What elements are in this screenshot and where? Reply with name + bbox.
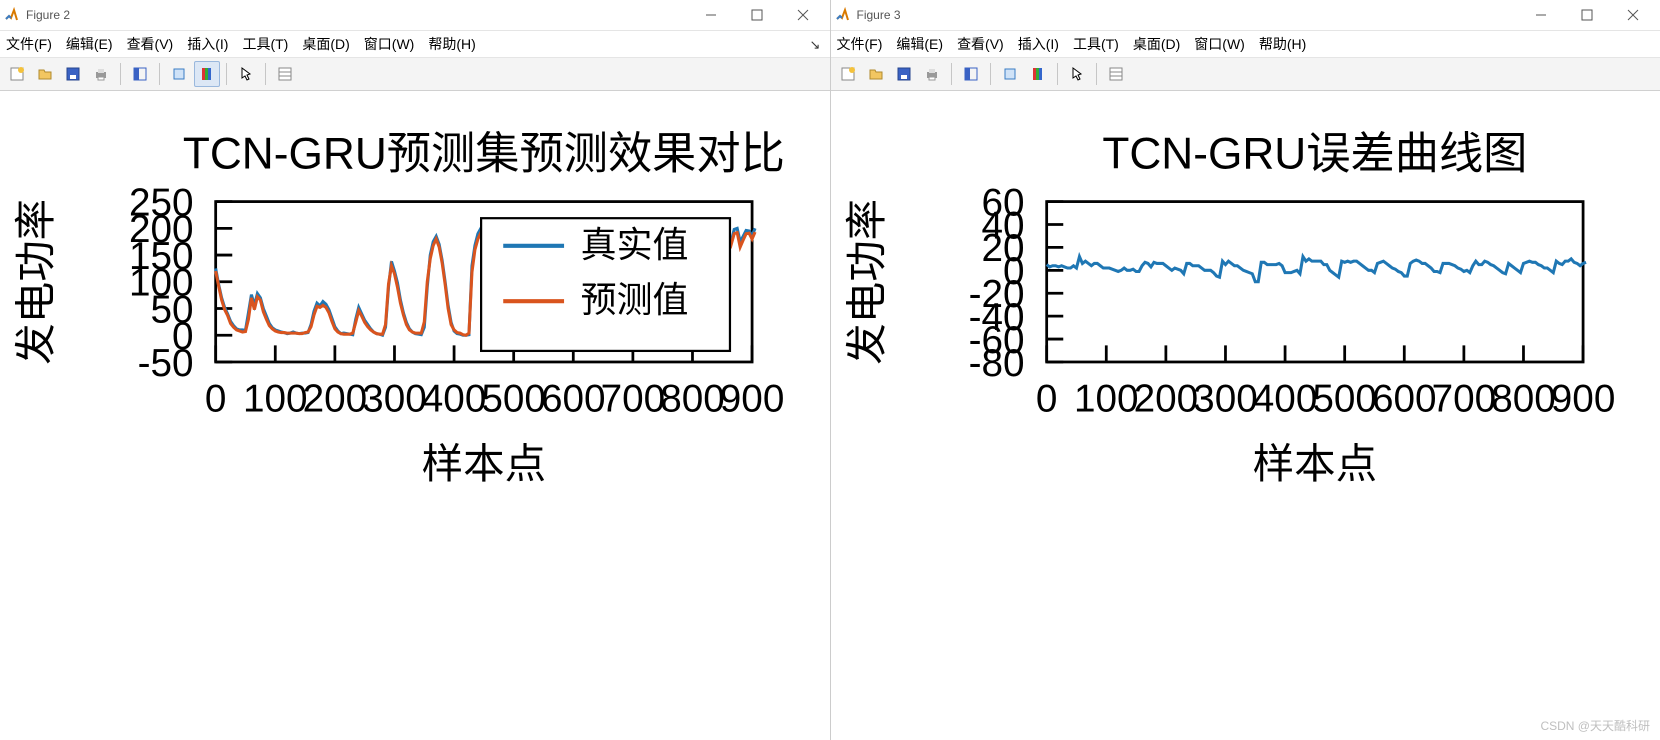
menu-insert[interactable]: 插入(I) [1018,34,1059,54]
svg-text:样本点: 样本点 [422,440,546,487]
svg-text:600: 600 [541,378,606,421]
svg-text:300: 300 [1193,378,1258,421]
dock-icon[interactable] [127,61,153,87]
properties-icon[interactable] [272,61,298,87]
close-button[interactable] [1610,0,1656,30]
menu-help[interactable]: 帮助(H) [1259,34,1306,54]
toolbar [0,58,830,91]
datatip-icon[interactable] [997,61,1023,87]
desktop: Figure 2 文件(F) 编辑(E) 查看(V) 插入(I) 工具(T) 桌… [0,0,1660,740]
menu-tools[interactable]: 工具(T) [1073,34,1119,54]
menu-window[interactable]: 窗口(W) [364,34,415,54]
window-title: Figure 3 [857,8,1519,22]
menu-window[interactable]: 窗口(W) [1194,34,1245,54]
new-figure-icon[interactable] [835,61,861,87]
plot-area[interactable]: 0100200300400500600700800900-80-60-40-20… [831,91,1660,740]
properties-icon[interactable] [1103,61,1129,87]
pointer-icon[interactable] [233,61,259,87]
svg-text:400: 400 [422,378,487,421]
svg-text:60: 60 [981,181,1024,224]
menu-view[interactable]: 查看(V) [127,34,174,54]
colorbar-icon[interactable] [194,61,220,87]
close-button[interactable] [780,0,826,30]
svg-text:900: 900 [720,378,785,421]
svg-text:0: 0 [205,378,227,421]
chart-prediction: 0100200300400500600700800900-50050100150… [0,91,830,506]
svg-text:发电功率: 发电功率 [842,199,889,365]
svg-text:200: 200 [303,378,368,421]
datatip-icon[interactable] [166,61,192,87]
pointer-icon[interactable] [1064,61,1090,87]
menu-view[interactable]: 查看(V) [957,34,1004,54]
menu-overflow-icon[interactable]: ↘ [810,37,824,51]
svg-text:800: 800 [660,378,725,421]
figure-window-3: Figure 3 文件(F) 编辑(E) 查看(V) 插入(I) 工具(T) 桌… [831,0,1660,740]
menu-desktop[interactable]: 桌面(D) [1133,34,1180,54]
svg-text:预测值: 预测值 [581,279,689,320]
toolbar [831,58,1660,91]
svg-text:600: 600 [1371,378,1436,421]
menu-edit[interactable]: 编辑(E) [896,34,943,54]
svg-text:800: 800 [1491,378,1556,421]
titlebar[interactable]: Figure 2 [0,0,830,31]
menu-help[interactable]: 帮助(H) [428,34,475,54]
window-title: Figure 2 [26,8,688,22]
menubar: 文件(F) 编辑(E) 查看(V) 插入(I) 工具(T) 桌面(D) 窗口(W… [831,31,1660,58]
svg-text:500: 500 [481,378,546,421]
maximize-button[interactable] [734,0,780,30]
svg-text:0: 0 [1035,378,1057,421]
svg-text:100: 100 [243,378,308,421]
menu-file[interactable]: 文件(F) [6,34,52,54]
svg-text:TCN-GRU预测集预测效果对比: TCN-GRU预测集预测效果对比 [183,129,785,178]
open-icon[interactable] [32,61,58,87]
menu-tools[interactable]: 工具(T) [242,34,288,54]
chart-error: 0100200300400500600700800900-80-60-40-20… [831,91,1660,506]
titlebar[interactable]: Figure 3 [831,0,1660,31]
watermark: CSDN @天天酷科研 [1540,717,1650,734]
maximize-button[interactable] [1564,0,1610,30]
svg-text:200: 200 [1133,378,1198,421]
svg-text:400: 400 [1252,378,1317,421]
matlab-icon [4,7,20,23]
svg-text:700: 700 [1431,378,1496,421]
save-icon[interactable] [60,61,86,87]
svg-text:250: 250 [129,181,194,224]
open-icon[interactable] [863,61,889,87]
menubar: 文件(F) 编辑(E) 查看(V) 插入(I) 工具(T) 桌面(D) 窗口(W… [0,31,830,58]
svg-text:500: 500 [1312,378,1377,421]
menu-desktop[interactable]: 桌面(D) [302,34,349,54]
svg-text:300: 300 [362,378,427,421]
menu-file[interactable]: 文件(F) [837,34,883,54]
svg-text:900: 900 [1550,378,1615,421]
new-figure-icon[interactable] [4,61,30,87]
svg-text:700: 700 [601,378,666,421]
menu-insert[interactable]: 插入(I) [187,34,228,54]
dock-icon[interactable] [958,61,984,87]
figure-window-2: Figure 2 文件(F) 编辑(E) 查看(V) 插入(I) 工具(T) 桌… [0,0,831,740]
svg-text:发电功率: 发电功率 [12,199,59,365]
plot-area[interactable]: 0100200300400500600700800900-50050100150… [0,91,830,740]
print-icon[interactable] [88,61,114,87]
svg-text:真实值: 真实值 [581,224,689,265]
svg-text:TCN-GRU误差曲线图: TCN-GRU误差曲线图 [1102,129,1527,178]
matlab-icon [835,7,851,23]
svg-text:样本点: 样本点 [1252,440,1376,487]
minimize-button[interactable] [688,0,734,30]
print-icon[interactable] [919,61,945,87]
colorbar-icon[interactable] [1025,61,1051,87]
save-icon[interactable] [891,61,917,87]
svg-text:100: 100 [1073,378,1138,421]
minimize-button[interactable] [1518,0,1564,30]
menu-edit[interactable]: 编辑(E) [66,34,113,54]
